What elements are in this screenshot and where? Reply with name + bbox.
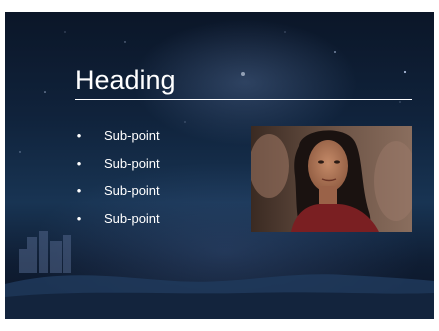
slide-heading: Heading	[75, 65, 176, 95]
bullet-item: • Sub-point	[74, 155, 160, 183]
bullet-text: Sub-point	[104, 155, 160, 171]
bullet-text: Sub-point	[104, 128, 160, 143]
bullet-item: • Sub-point	[74, 127, 160, 155]
bullet-text: Sub-point	[104, 210, 160, 226]
bullet-item: • Sub-point	[74, 210, 160, 238]
presentation-slide: Heading • Sub-point • Sub-point • Sub-point…	[5, 12, 434, 319]
bullet-icon: •	[76, 183, 82, 198]
landscape-silhouette	[5, 231, 434, 319]
heading-divider	[75, 99, 412, 100]
bullet-list: • Sub-point • Sub-point • Sub-point • Sub-po…	[74, 127, 160, 237]
slide-photo	[251, 126, 412, 232]
slide-viewport: Heading • Sub-point • Sub-point • Sub-point…	[0, 0, 439, 331]
bullet-icon: •	[76, 155, 82, 171]
bullet-icon: •	[76, 210, 82, 226]
bullet-icon: •	[76, 128, 82, 143]
bullet-item: • Sub-point	[74, 182, 160, 210]
bullet-text: Sub-point	[104, 183, 160, 198]
